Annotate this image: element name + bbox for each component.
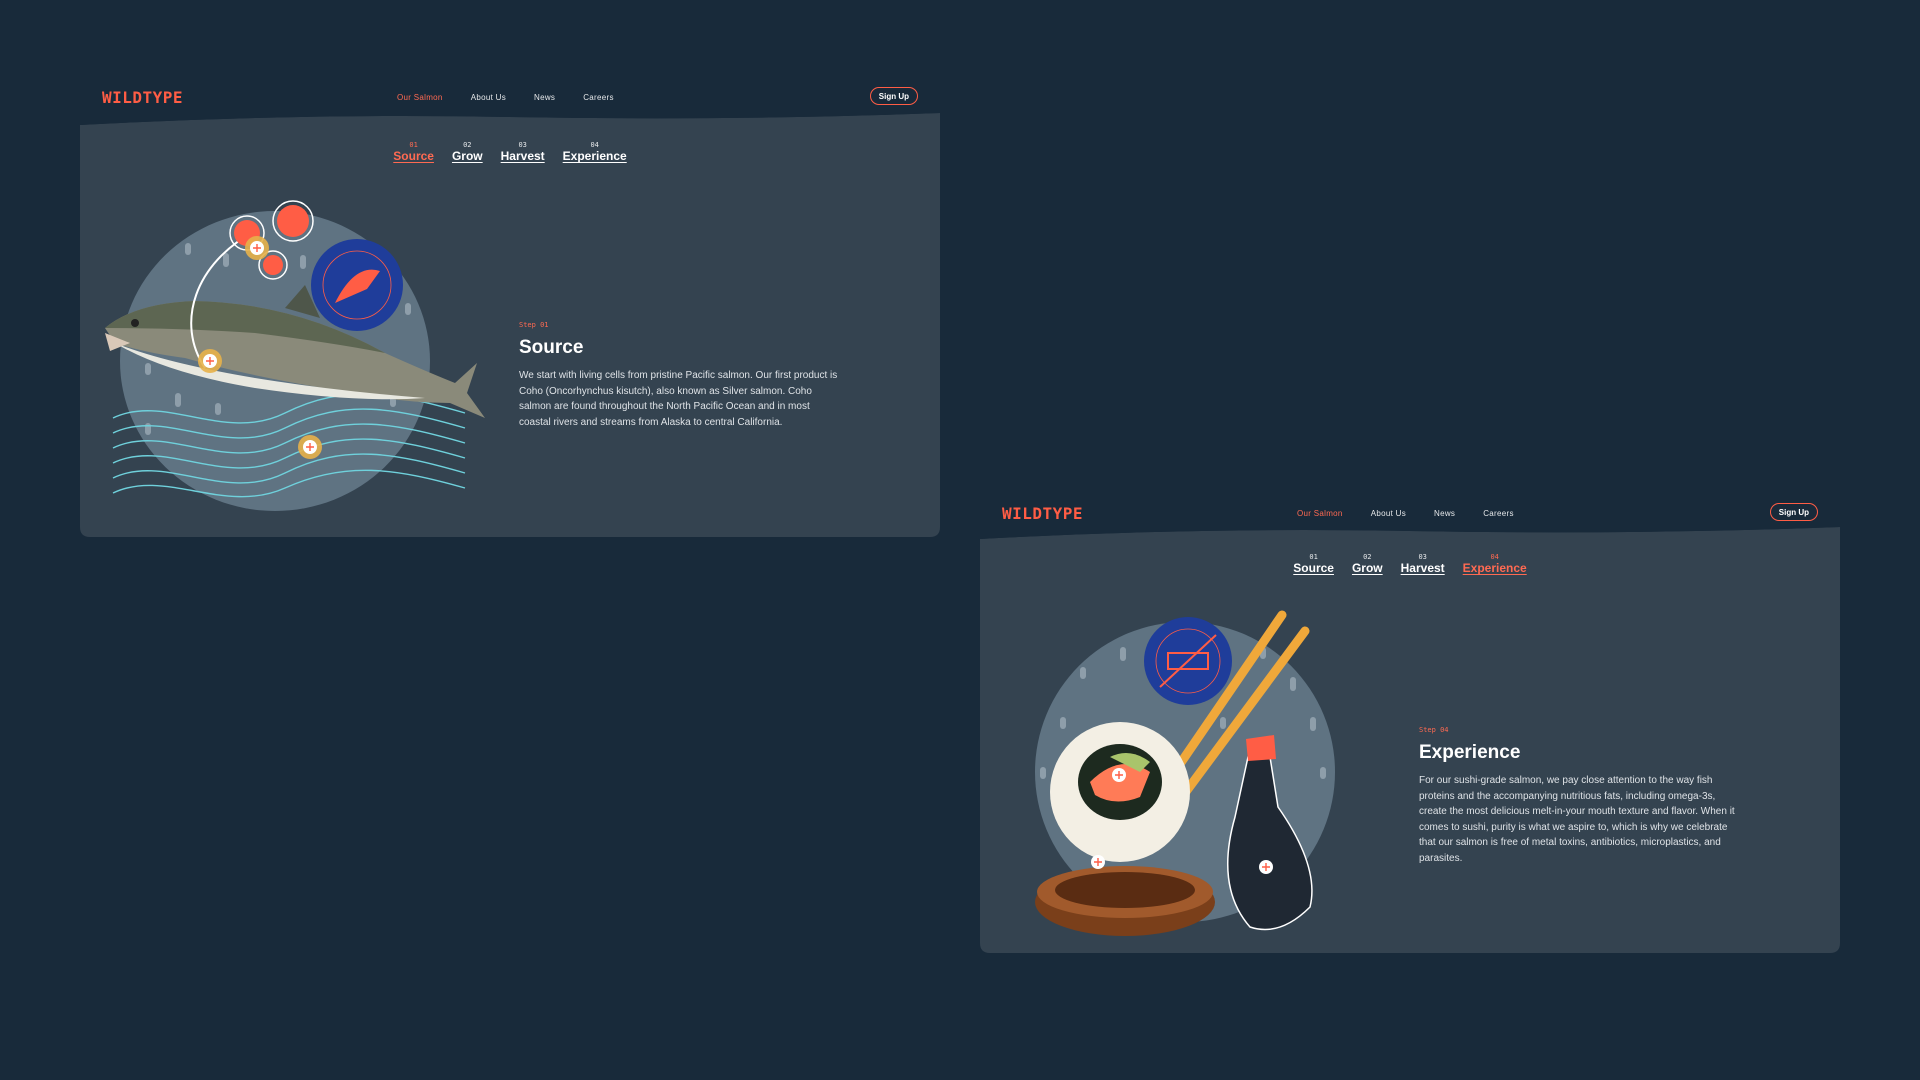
main-nav: Our Salmon About Us News Careers	[397, 93, 642, 102]
nav-news[interactable]: News	[534, 93, 555, 102]
step-number: 03	[1418, 553, 1427, 561]
step-label: Grow	[451, 149, 483, 163]
step-label: Experience	[1462, 561, 1527, 575]
step-tabs: 01 Source 02 Grow 03 Harvest 04 Experien…	[980, 553, 1840, 575]
tab-grow[interactable]: 02 Grow	[452, 141, 483, 163]
nav-careers[interactable]: Careers	[1483, 509, 1514, 518]
step-number: 01	[409, 141, 418, 149]
step-number: 02	[463, 141, 472, 149]
wildtype-logo[interactable]: WILDTYPE	[102, 88, 183, 107]
top-nav: WILDTYPE Our Salmon About Us News Career…	[1002, 502, 1818, 524]
step-content: Step 01 Source We start with living cell…	[519, 321, 839, 430]
step-label: Source	[1293, 561, 1334, 575]
hotspot-plus-icon	[198, 349, 222, 373]
top-nav: WILDTYPE Our Salmon About Us News Career…	[102, 86, 918, 108]
step-content: Step 04 Experience For our sushi-grade s…	[1419, 726, 1739, 867]
step-eyebrow: Step 01	[519, 321, 549, 329]
step-title: Source	[519, 337, 584, 358]
tab-source[interactable]: 01 Source	[393, 141, 434, 163]
stay-wild-badge-icon	[311, 239, 403, 331]
wildtype-logo[interactable]: WILDTYPE	[1002, 504, 1083, 523]
step-number: 01	[1309, 553, 1318, 561]
tab-harvest[interactable]: 03 Harvest	[1401, 553, 1445, 575]
step-number: 02	[1363, 553, 1372, 561]
sushi-roll-icon	[1050, 722, 1190, 862]
step-eyebrow: Step 04	[1419, 726, 1449, 734]
step-label: Source	[393, 149, 434, 163]
hotspot-plus-icon	[1091, 855, 1105, 869]
nav-careers[interactable]: Careers	[583, 93, 614, 102]
main-nav: Our Salmon About Us News Careers	[1297, 509, 1542, 518]
hotspot-plus-icon	[1259, 860, 1273, 874]
step-number: 04	[590, 141, 599, 149]
nav-our-salmon[interactable]: Our Salmon	[1297, 509, 1343, 518]
sushi-illustration	[1035, 610, 1335, 936]
sign-up-button[interactable]: Sign Up	[1769, 503, 1818, 521]
step-description: For our sushi-grade salmon, we pay close…	[1419, 775, 1735, 864]
hotspot-plus-icon	[298, 435, 322, 459]
soy-bowl-icon	[1035, 866, 1215, 936]
hotspot-plus-icon	[1112, 768, 1126, 782]
tab-harvest[interactable]: 03 Harvest	[501, 141, 545, 163]
step-tabs: 01 Source 02 Grow 03 Harvest 04 Experien…	[80, 141, 940, 163]
nav-about-us[interactable]: About Us	[1371, 509, 1406, 518]
step-number: 04	[1490, 553, 1499, 561]
step-label: Harvest	[500, 149, 545, 163]
step-label: Experience	[562, 149, 627, 163]
tab-experience[interactable]: 04 Experience	[1463, 553, 1527, 575]
tab-source[interactable]: 01 Source	[1293, 553, 1334, 575]
step-label: Harvest	[1400, 561, 1445, 575]
hotspot-plus-icon	[245, 236, 269, 260]
step-description: We start with living cells from pristine…	[519, 370, 838, 428]
nav-news[interactable]: News	[1434, 509, 1455, 518]
step-label: Grow	[1351, 561, 1383, 575]
nav-our-salmon[interactable]: Our Salmon	[397, 93, 443, 102]
tab-experience[interactable]: 04 Experience	[563, 141, 627, 163]
nav-about-us[interactable]: About Us	[471, 93, 506, 102]
no-microplastics-badge-icon	[1144, 617, 1232, 705]
salmon-illustration	[105, 200, 485, 511]
step-title: Experience	[1419, 742, 1521, 763]
screen-experience: WILDTYPE Our Salmon About Us News Career…	[980, 489, 1840, 953]
step-number: 03	[518, 141, 527, 149]
screen-source: WILDTYPE Our Salmon About Us News Career…	[80, 73, 940, 537]
sign-up-button[interactable]: Sign Up	[869, 87, 918, 105]
tab-grow[interactable]: 02 Grow	[1352, 553, 1383, 575]
